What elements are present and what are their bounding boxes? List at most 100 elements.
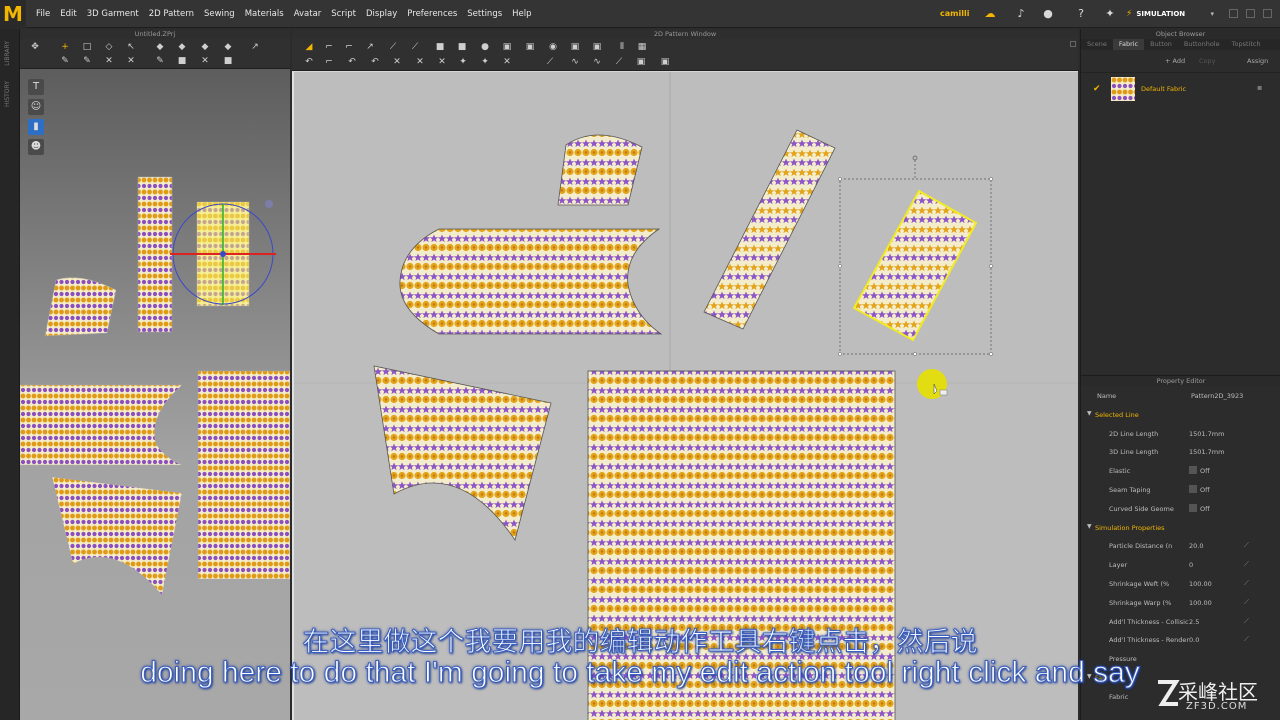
- property-value[interactable]: 1501.7mm: [1189, 430, 1224, 438]
- tack-icon[interactable]: ◆: [177, 42, 187, 52]
- tab-fabric[interactable]: Fabric: [1112, 39, 1145, 50]
- fold-2d-icon[interactable]: ✕: [415, 57, 425, 67]
- pin-icon[interactable]: ⟋: [1244, 560, 1249, 569]
- menu-2d-pattern[interactable]: 2D Pattern: [149, 9, 194, 19]
- fitting-icon[interactable]: ▣: [636, 57, 646, 67]
- help-icon[interactable]: ?: [1074, 7, 1088, 21]
- edit-texture-icon[interactable]: ✦: [480, 57, 490, 67]
- menu-3d-garment[interactable]: 3D Garment: [87, 9, 139, 19]
- dart-icon[interactable]: ▣: [570, 42, 580, 52]
- menu-settings[interactable]: Settings: [467, 9, 502, 19]
- polygon-icon[interactable]: ■: [435, 42, 445, 52]
- pin-icon[interactable]: ⟋: [1244, 598, 1249, 607]
- texture-icon[interactable]: ✦: [458, 57, 468, 67]
- point-icon[interactable]: ◇: [104, 42, 114, 52]
- user-icon[interactable]: ●: [1041, 7, 1055, 21]
- measure-icon[interactable]: ✎: [82, 56, 92, 66]
- internal-polygon-icon[interactable]: ▣: [502, 42, 512, 52]
- cloud-icon[interactable]: ☁: [983, 7, 997, 21]
- free-sewing-icon[interactable]: ↶: [347, 57, 357, 67]
- property-value[interactable]: 1501.7mm: [1189, 448, 1224, 456]
- library-tab[interactable]: LIBRARY: [4, 41, 11, 66]
- select-mesh-icon[interactable]: ✥: [30, 42, 40, 52]
- edit-curve-icon[interactable]: ↗: [365, 42, 375, 52]
- shirt-icon[interactable]: ◆: [200, 42, 210, 52]
- elastic-checkbox[interactable]: [1189, 466, 1197, 475]
- pin-2d-icon[interactable]: ✕: [392, 57, 402, 67]
- stretch-icon[interactable]: ↗: [250, 42, 260, 52]
- menu-materials[interactable]: Materials: [245, 9, 284, 19]
- property-value[interactable]: 20.0: [1189, 542, 1203, 550]
- property-value[interactable]: 0.0: [1189, 636, 1199, 644]
- pin-icon[interactable]: ⟋: [1244, 579, 1249, 588]
- property-value[interactable]: 100.00: [1189, 580, 1212, 588]
- menu-display[interactable]: Display: [366, 9, 397, 19]
- menu-edit[interactable]: Edit: [60, 9, 76, 19]
- brush-icon[interactable]: ✎: [60, 56, 70, 66]
- select-button-icon[interactable]: ⟋: [614, 57, 624, 67]
- button-icon[interactable]: ∿: [570, 57, 580, 67]
- pin-icon[interactable]: ⟋: [1244, 541, 1249, 550]
- measure-2d-icon[interactable]: ▣: [660, 57, 670, 67]
- property-value[interactable]: Pattern2D_3923: [1191, 392, 1243, 400]
- tab-scene[interactable]: Scene: [1081, 39, 1113, 50]
- seam-taping-checkbox[interactable]: [1189, 484, 1197, 493]
- transform-pattern-icon[interactable]: ◢: [304, 42, 314, 52]
- mode-selector[interactable]: ⚡ SIMULATION ▾: [1126, 6, 1214, 22]
- topstitch-icon[interactable]: ⟋: [545, 57, 555, 67]
- sewing-icon[interactable]: ▦: [637, 42, 647, 52]
- tape-icon[interactable]: ✕: [104, 56, 114, 66]
- property-value[interactable]: 100.00: [1189, 599, 1212, 607]
- fabric-list-item[interactable]: ✔ Default Fabric ▪: [1081, 72, 1280, 104]
- check-sewing-icon[interactable]: ↶: [370, 57, 380, 67]
- speaker-icon[interactable]: ♪: [1014, 7, 1028, 21]
- graphic-icon[interactable]: ✕: [502, 57, 512, 67]
- tab-buttonhole[interactable]: Buttonhole: [1178, 39, 1226, 50]
- pin-icon[interactable]: ⟋: [1244, 617, 1249, 626]
- zipper-icon[interactable]: ■: [177, 56, 187, 66]
- section-header[interactable]: ▼ Simulation Properties: [1081, 518, 1280, 537]
- zipper-2d-icon[interactable]: ✕: [437, 57, 447, 67]
- menu-help[interactable]: Help: [512, 9, 531, 19]
- move-icon[interactable]: +: [60, 42, 70, 52]
- add-fabric-button[interactable]: + Add: [1165, 57, 1185, 65]
- edit-point-icon[interactable]: ⌐: [344, 42, 354, 52]
- copy-fabric-button[interactable]: Copy: [1199, 57, 1216, 65]
- property-value[interactable]: 0: [1189, 561, 1193, 569]
- box-select-icon[interactable]: □: [82, 42, 92, 52]
- 3d-viewport[interactable]: T ☺ ▮ ☻: [20, 69, 290, 720]
- pattern-tool-icon[interactable]: ■: [223, 56, 233, 66]
- curved-side-checkbox[interactable]: [1189, 503, 1197, 512]
- rectangle-icon[interactable]: ■: [457, 42, 467, 52]
- user-name[interactable]: camilli: [940, 9, 969, 18]
- save-icon[interactable]: ▪: [1257, 83, 1262, 92]
- history-tab[interactable]: HISTORY: [4, 81, 11, 107]
- arrange-icon[interactable]: ◆: [223, 42, 233, 52]
- assign-fabric-button[interactable]: Assign: [1247, 57, 1268, 65]
- pin-icon[interactable]: ⟋: [1244, 635, 1249, 644]
- pin-icon[interactable]: ↖: [126, 42, 136, 52]
- menu-script[interactable]: Script: [331, 9, 356, 19]
- menu-file[interactable]: File: [36, 9, 50, 19]
- menu-sewing[interactable]: Sewing: [204, 9, 235, 19]
- seam-icon[interactable]: ↶: [304, 57, 314, 67]
- internal-rectangle-icon[interactable]: ▣: [525, 42, 535, 52]
- close-button[interactable]: [1263, 9, 1272, 18]
- window-expand-button[interactable]: [1070, 41, 1076, 47]
- circle-icon[interactable]: ●: [480, 42, 490, 52]
- trace-icon[interactable]: ▣: [592, 42, 602, 52]
- segment-icon[interactable]: ⦀: [617, 42, 627, 52]
- internal-circle-icon[interactable]: ◉: [548, 42, 558, 52]
- minimize-button[interactable]: [1229, 9, 1238, 18]
- curve-point-icon[interactable]: ⟋: [388, 42, 398, 52]
- fold-icon[interactable]: ◆: [155, 42, 165, 52]
- settings-icon[interactable]: ✦: [1103, 7, 1117, 21]
- edit-pattern-icon[interactable]: ⌐: [324, 42, 334, 52]
- maximize-button[interactable]: [1246, 9, 1255, 18]
- avatar-tool-icon[interactable]: ✕: [126, 56, 136, 66]
- section-header[interactable]: ▼ Selected Line: [1081, 405, 1280, 424]
- property-value[interactable]: 2.5: [1189, 618, 1199, 626]
- cut-icon[interactable]: ✎: [155, 56, 165, 66]
- menu-avatar[interactable]: Avatar: [294, 9, 322, 19]
- tab-button[interactable]: Button: [1144, 39, 1178, 50]
